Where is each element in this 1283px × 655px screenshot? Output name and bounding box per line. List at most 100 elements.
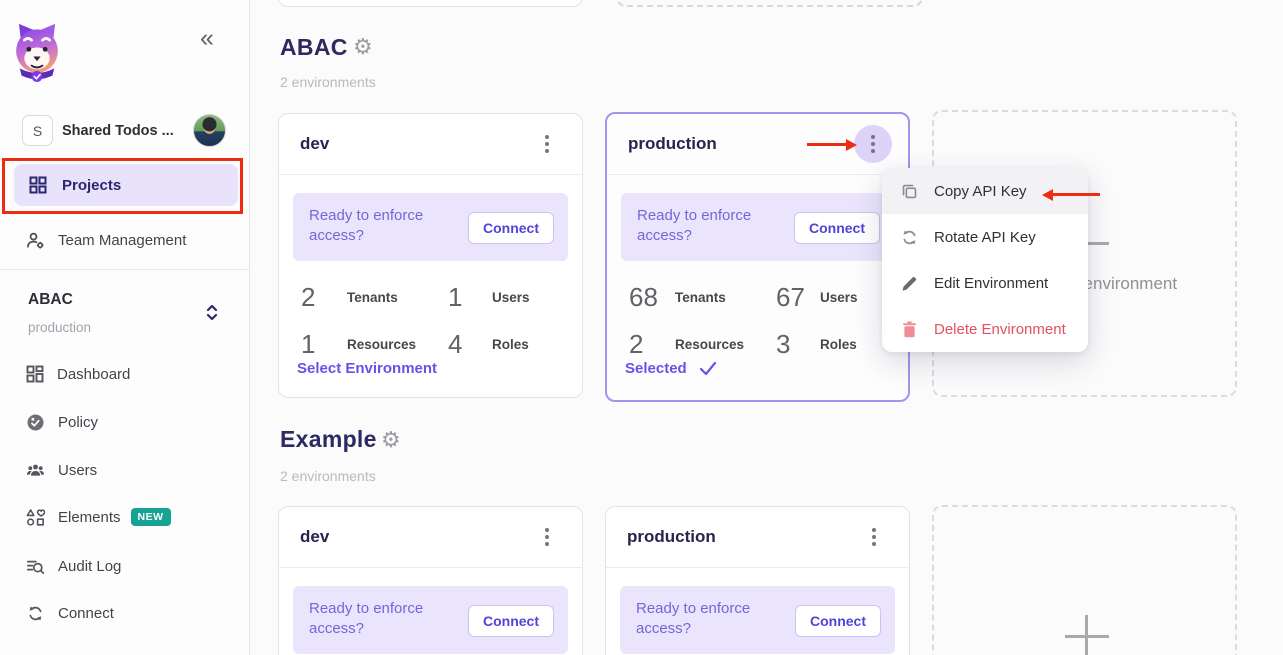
selected-project-name: ABAC: [28, 291, 73, 309]
card-header: production: [607, 114, 908, 175]
environment-card-dev: dev Ready to enforce access? Connect: [278, 506, 583, 655]
permit-dog-logo: [8, 20, 66, 84]
plus-icon: [1065, 615, 1109, 655]
connect-button[interactable]: Connect: [795, 605, 881, 637]
stat-value: 3: [776, 329, 820, 360]
section-title: ABAC: [280, 34, 348, 61]
enforce-banner: Ready to enforce access? Connect: [293, 586, 568, 654]
stat-value: 1: [448, 282, 492, 313]
connect-button[interactable]: Connect: [468, 605, 554, 637]
sidebar-item-label: Connect: [58, 605, 114, 622]
sidebar-item-connect[interactable]: Connect: [0, 595, 250, 631]
stat-value: 2: [301, 282, 347, 313]
sidebar-item-dashboard[interactable]: Dashboard: [0, 356, 250, 392]
collapse-sidebar-icon[interactable]: «: [200, 24, 212, 53]
banner-text: Ready to enforce access?: [636, 599, 796, 640]
environment-name: dev: [300, 527, 329, 547]
footer-link-label: Select Environment: [297, 360, 437, 377]
connect-button[interactable]: Connect: [794, 212, 880, 244]
selected-environment-indicator: Selected: [625, 360, 717, 377]
workspace-initial-badge[interactable]: S: [22, 115, 53, 146]
users-icon: [26, 461, 45, 480]
section-title: Example: [280, 426, 377, 453]
stat-label: Users: [492, 290, 570, 305]
connect-button[interactable]: Connect: [468, 212, 554, 244]
sidebar-item-label: Elements: [58, 509, 121, 526]
sidebar: « S Shared Todos ... Projects: [0, 0, 250, 655]
section-subtitle: 2 environments: [280, 468, 376, 484]
sidebar-item-label: Users: [58, 462, 97, 479]
user-avatar[interactable]: [193, 114, 226, 147]
create-environment-card[interactable]: [932, 505, 1237, 655]
card-header: dev: [279, 507, 582, 568]
kebab-menu-icon[interactable]: [528, 518, 566, 556]
previous-dashed-card-edge: [616, 0, 923, 7]
stat-label: Tenants: [675, 290, 776, 305]
pencil-icon: [900, 274, 919, 293]
environment-stats: 68 Tenants 67 Users 2 Resources 3 Roles: [629, 282, 896, 360]
project-settings-gear-icon[interactable]: ⚙: [381, 429, 401, 451]
stat-label: Resources: [675, 337, 776, 352]
kebab-menu-icon[interactable]: [528, 125, 566, 163]
project-switcher-chevrons-icon[interactable]: [205, 303, 219, 322]
menu-item-rotate-api-key[interactable]: Rotate API Key: [882, 214, 1088, 260]
enforce-banner: Ready to enforce access? Connect: [293, 193, 568, 261]
sidebar-item-policy[interactable]: Policy: [0, 404, 250, 440]
kebab-menu-icon-active[interactable]: [854, 125, 892, 163]
projects-grid-icon: [29, 176, 47, 194]
elements-shapes-icon: [26, 508, 45, 527]
banner-text: Ready to enforce access?: [309, 599, 469, 640]
menu-item-label: Edit Environment: [934, 275, 1048, 292]
sidebar-item-projects[interactable]: Projects: [14, 164, 238, 206]
new-badge: NEW: [131, 508, 171, 526]
enforce-banner: Ready to enforce access? Connect: [620, 586, 895, 654]
rotate-icon: [900, 228, 919, 247]
stat-label: Resources: [347, 337, 448, 352]
card-header: production: [606, 507, 909, 568]
kebab-menu-icon[interactable]: [855, 518, 893, 556]
environment-card-dev: dev Ready to enforce access? Connect 2 T…: [278, 113, 583, 398]
check-icon: [699, 361, 717, 376]
audit-log-icon: [26, 557, 45, 576]
previous-card-edge: [278, 0, 583, 7]
banner-text: Ready to enforce access?: [309, 206, 469, 247]
banner-text: Ready to enforce access?: [637, 206, 797, 247]
stat-value: 67: [776, 282, 820, 313]
menu-item-label: Copy API Key: [934, 183, 1027, 200]
project-settings-gear-icon[interactable]: ⚙: [353, 36, 373, 58]
environment-card-production: production Ready to enforce access? Conn…: [605, 112, 910, 402]
menu-item-edit-environment[interactable]: Edit Environment: [882, 260, 1088, 306]
menu-item-label: Rotate API Key: [934, 229, 1036, 246]
environment-name: production: [628, 134, 717, 154]
environment-card-production: production Ready to enforce access? Conn…: [605, 506, 910, 655]
stat-value: 2: [629, 329, 675, 360]
footer-link-label: Selected: [625, 360, 687, 377]
stat-value: 68: [629, 282, 675, 313]
sidebar-item-elements[interactable]: Elements NEW: [0, 499, 250, 535]
section-subtitle: 2 environments: [280, 74, 376, 90]
app: « S Shared Todos ... Projects: [0, 0, 1283, 655]
copy-icon: [900, 182, 919, 201]
sidebar-item-audit-log[interactable]: Audit Log: [0, 548, 250, 584]
sidebar-item-label: Audit Log: [58, 558, 121, 575]
sidebar-item-label: Dashboard: [57, 366, 130, 383]
sidebar-item-label: Team Management: [58, 232, 186, 249]
stat-value: 4: [448, 329, 492, 360]
stat-label: Tenants: [347, 290, 448, 305]
menu-item-delete-environment[interactable]: Delete Environment: [882, 306, 1088, 352]
trash-icon: [900, 320, 919, 339]
selected-environment-name: production: [28, 320, 91, 335]
menu-item-copy-api-key[interactable]: Copy API Key: [882, 168, 1088, 214]
sidebar-item-team-management[interactable]: Team Management: [0, 222, 250, 258]
enforce-banner: Ready to enforce access? Connect: [621, 193, 894, 261]
menu-item-label: Delete Environment: [934, 321, 1066, 338]
select-environment-link[interactable]: Select Environment: [297, 360, 437, 377]
card-header: dev: [279, 114, 582, 175]
environment-context-menu: Copy API Key Rotate API Key Edit Environ…: [882, 168, 1088, 352]
policy-icon: [26, 413, 45, 432]
workspace-name[interactable]: Shared Todos ...: [62, 123, 174, 139]
environment-name: production: [627, 527, 716, 547]
sidebar-divider: [0, 269, 250, 270]
stat-label: Roles: [492, 337, 570, 352]
sidebar-item-users[interactable]: Users: [0, 452, 250, 488]
